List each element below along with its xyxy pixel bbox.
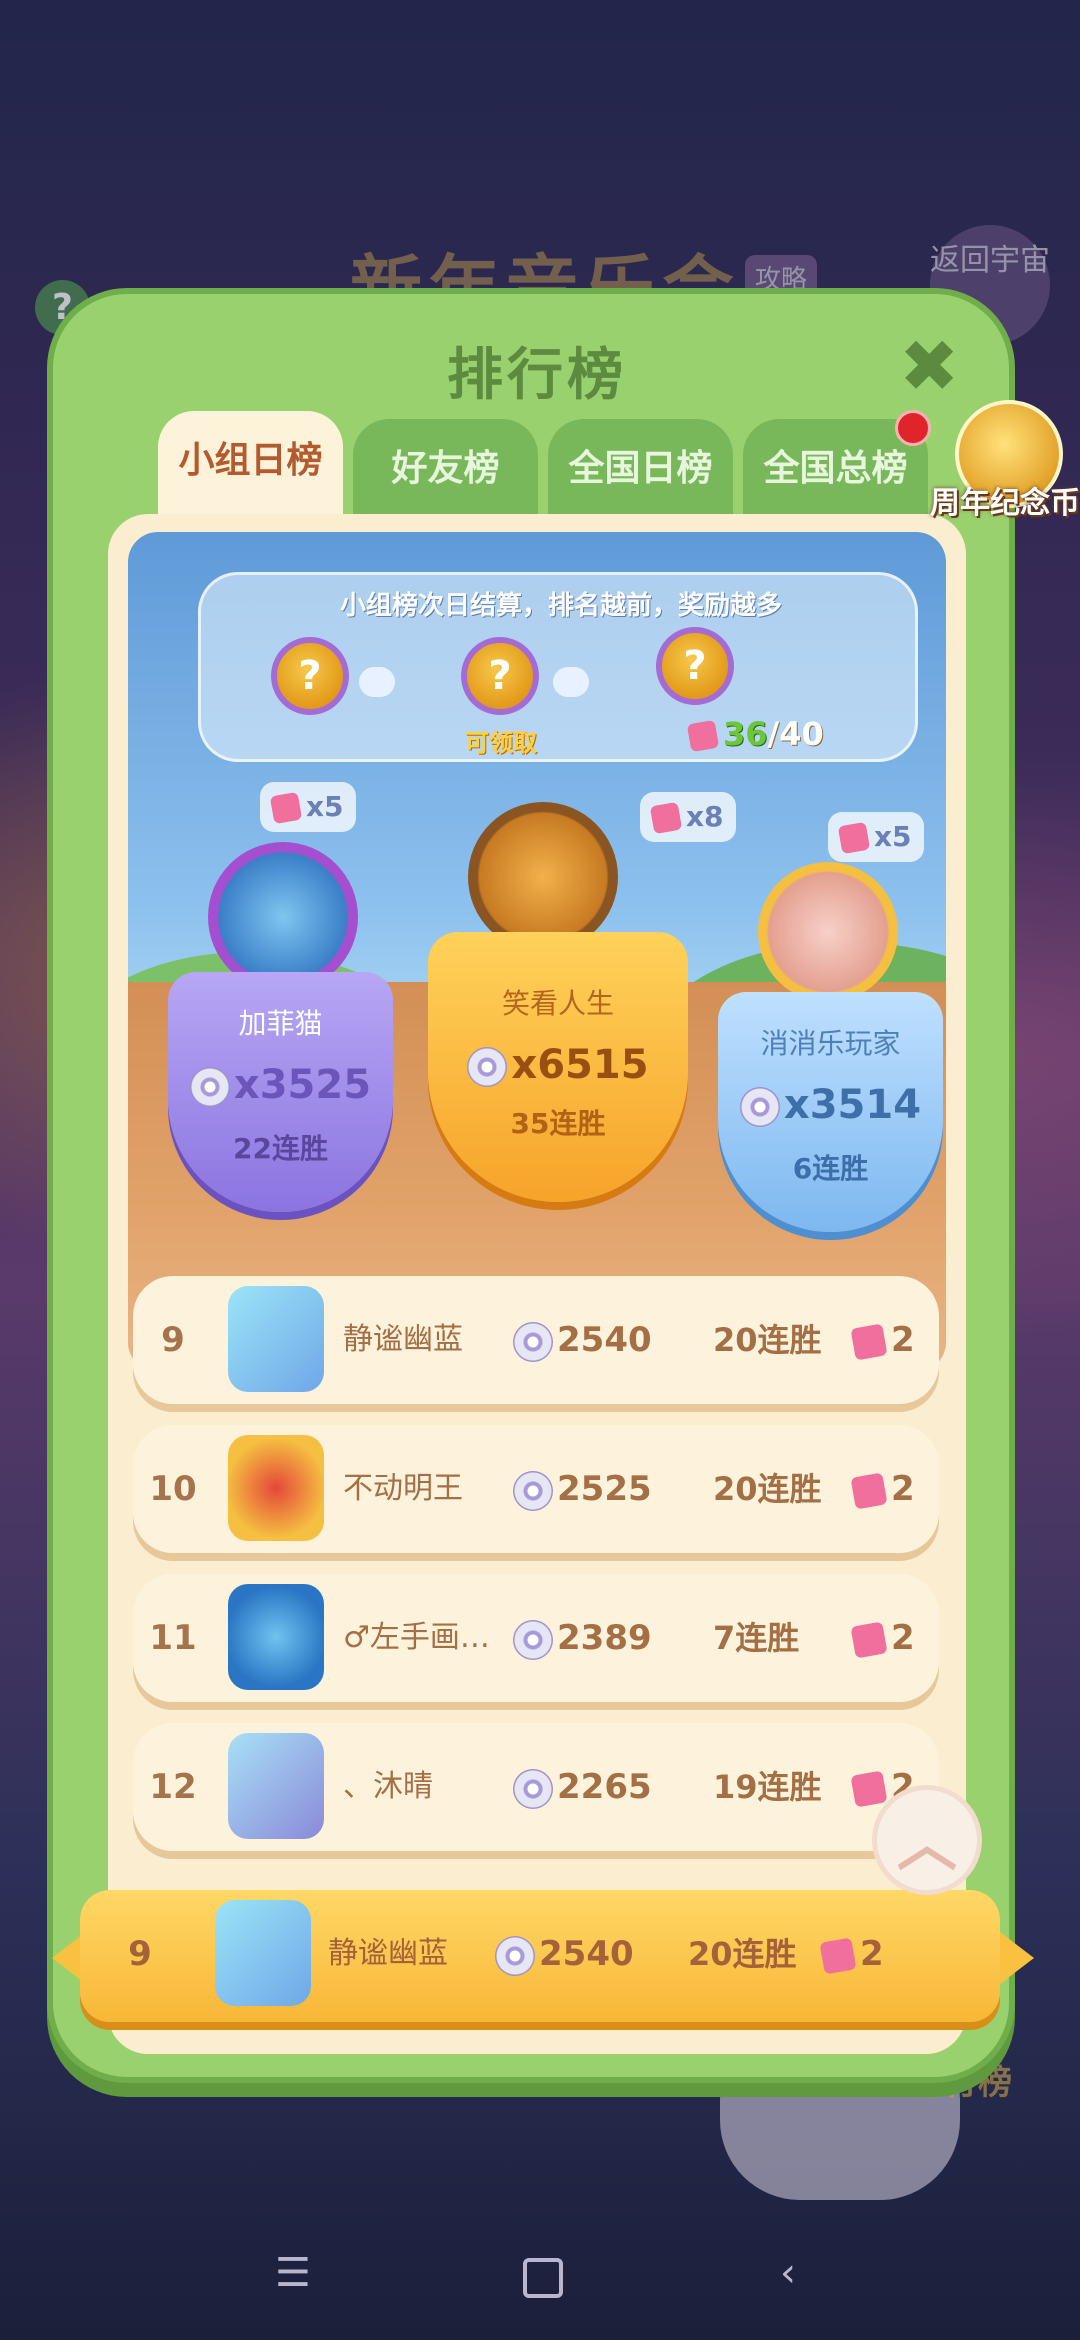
gift-icon — [850, 1322, 888, 1361]
avatar-reindeer[interactable] — [468, 802, 618, 952]
row-streak: 20连胜 — [688, 1935, 797, 1973]
reward-medal-icon[interactable]: ? — [271, 637, 349, 715]
row-rank: 11 — [149, 1618, 197, 1658]
player-streak: 22连胜 — [233, 1132, 328, 1165]
gift-progress: 36/40 — [686, 715, 824, 753]
row-name: 、沐晴 — [343, 1769, 433, 1804]
podium-first: 笑看人生 x6515 35连胜 — [428, 932, 688, 1202]
leaderboard-panel: 排行榜 ✖ 小组日榜 好友榜 全国日榜 全国总榜 小组榜次日结算，排名越前，奖励… — [47, 288, 1015, 2083]
row-rank: 12 — [149, 1767, 197, 1807]
player-name: 消消乐玩家 — [760, 1027, 901, 1060]
avatar-penguin[interactable] — [208, 842, 358, 992]
row-rank: 9 — [161, 1320, 185, 1360]
row-rank: 9 — [128, 1934, 152, 1974]
progress-total: /40 — [767, 715, 824, 753]
back-icon[interactable]: ‹ — [780, 2250, 796, 2296]
my-rank-row[interactable]: 9 静谧幽蓝 2540 20连胜 2 — [80, 1890, 1000, 2022]
gift-icon — [850, 1620, 888, 1659]
notification-dot — [895, 410, 931, 446]
disc-icon — [189, 1067, 230, 1107]
row-name: 不动明王 — [343, 1471, 463, 1506]
podium-second: 加菲猫 x3525 22连胜 — [168, 972, 393, 1212]
gift-icon — [837, 821, 871, 855]
player-name: 加菲猫 — [238, 1007, 323, 1040]
avatar[interactable] — [228, 1435, 324, 1541]
leaderboard-content: 小组榜次日结算，排名越前，奖励越多 ? ? 可领取 ? 36/40 x5 加菲猫… — [108, 514, 966, 2054]
gift-count-badge: x5 — [828, 812, 924, 862]
row-gift: 2 — [850, 1276, 915, 1404]
avatar[interactable] — [228, 1584, 324, 1690]
row-score: 2540 — [513, 1276, 652, 1404]
close-icon[interactable]: ✖ — [899, 330, 959, 402]
gift-count-badge: x5 — [260, 782, 356, 832]
row-streak: 19连胜 — [713, 1768, 822, 1806]
disc-icon — [513, 1470, 553, 1511]
gift-icon — [649, 801, 683, 835]
disc-icon — [513, 1619, 553, 1660]
disc-icon — [513, 1768, 553, 1809]
avatar-lion[interactable] — [758, 862, 898, 1002]
reward-tip-text: 小组榜次日结算，排名越前，奖励越多 — [339, 591, 782, 621]
player-score: x6515 — [428, 1042, 688, 1088]
gift-icon — [850, 1769, 888, 1808]
player-streak: 6连胜 — [792, 1152, 869, 1185]
gift-count-badge: x8 — [640, 792, 736, 842]
row-gift: 2 — [850, 1425, 915, 1553]
reward-medal-icon[interactable]: ? — [461, 637, 539, 715]
gift-icon — [819, 1936, 857, 1975]
disc-icon — [513, 1321, 553, 1362]
table-row[interactable]: 12 、沐晴 2265 19连胜 2 — [133, 1723, 939, 1851]
table-row[interactable]: 11 ♂左手画… 2389 7连胜 2 — [133, 1574, 939, 1702]
arrow-right-icon — [553, 667, 589, 697]
player-score: x3514 — [718, 1082, 943, 1128]
player-streak: 35连胜 — [510, 1107, 606, 1140]
row-rank: 10 — [149, 1469, 197, 1509]
player-score: x3525 — [168, 1062, 393, 1108]
row-streak: 20连胜 — [713, 1321, 822, 1359]
menu-icon[interactable]: ☰ — [275, 2250, 311, 2296]
avatar[interactable] — [228, 1286, 324, 1392]
anniversary-coin-label[interactable]: 周年纪念币 — [930, 478, 1080, 522]
table-row[interactable]: 9 静谧幽蓝 2540 20连胜 2 — [133, 1276, 939, 1404]
row-gift: 2 — [850, 1574, 915, 1702]
avatar[interactable] — [228, 1733, 324, 1839]
reward-track: 小组榜次日结算，排名越前，奖励越多 ? ? 可领取 ? 36/40 — [198, 572, 918, 762]
row-name: 静谧幽蓝 — [328, 1936, 448, 1971]
podium-scene: 小组榜次日结算，排名越前，奖励越多 ? ? 可领取 ? 36/40 x5 加菲猫… — [128, 532, 946, 1372]
arrow-right-icon — [359, 667, 395, 697]
row-name: 静谧幽蓝 — [343, 1322, 463, 1357]
row-score: 2265 — [513, 1723, 652, 1851]
disc-icon — [739, 1087, 780, 1127]
tab-national-daily[interactable]: 全国日榜 — [548, 419, 733, 514]
ribbon-right — [1000, 1932, 1034, 1984]
disc-icon — [467, 1047, 508, 1087]
podium-third: 消消乐玩家 x3514 6连胜 — [718, 992, 943, 1232]
gift-icon — [269, 791, 303, 825]
progress-current: 36 — [723, 715, 768, 753]
tab-friends[interactable]: 好友榜 — [353, 419, 538, 514]
row-name: ♂左手画… — [343, 1620, 490, 1655]
row-streak: 7连胜 — [713, 1619, 800, 1657]
row-streak: 20连胜 — [713, 1470, 822, 1508]
home-icon[interactable] — [523, 2258, 563, 2298]
reward-medal-icon[interactable]: ? — [656, 627, 734, 705]
scroll-to-top-button[interactable]: ︿ — [872, 1785, 982, 1895]
claimable-label: 可领取 — [465, 729, 537, 757]
gift-icon — [686, 719, 720, 753]
panel-title: 排行榜 — [447, 343, 627, 408]
disc-icon — [495, 1935, 535, 1976]
row-score: 2525 — [513, 1425, 652, 1553]
row-score: 2389 — [513, 1574, 652, 1702]
row-gift: 2 — [819, 1890, 884, 2018]
avatar[interactable] — [215, 1900, 311, 2006]
player-name: 笑看人生 — [501, 987, 614, 1020]
row-score: 2540 — [495, 1890, 634, 2018]
gift-icon — [850, 1471, 888, 1510]
table-row[interactable]: 10 不动明王 2525 20连胜 2 — [133, 1425, 939, 1553]
tab-group-daily[interactable]: 小组日榜 — [158, 411, 343, 516]
